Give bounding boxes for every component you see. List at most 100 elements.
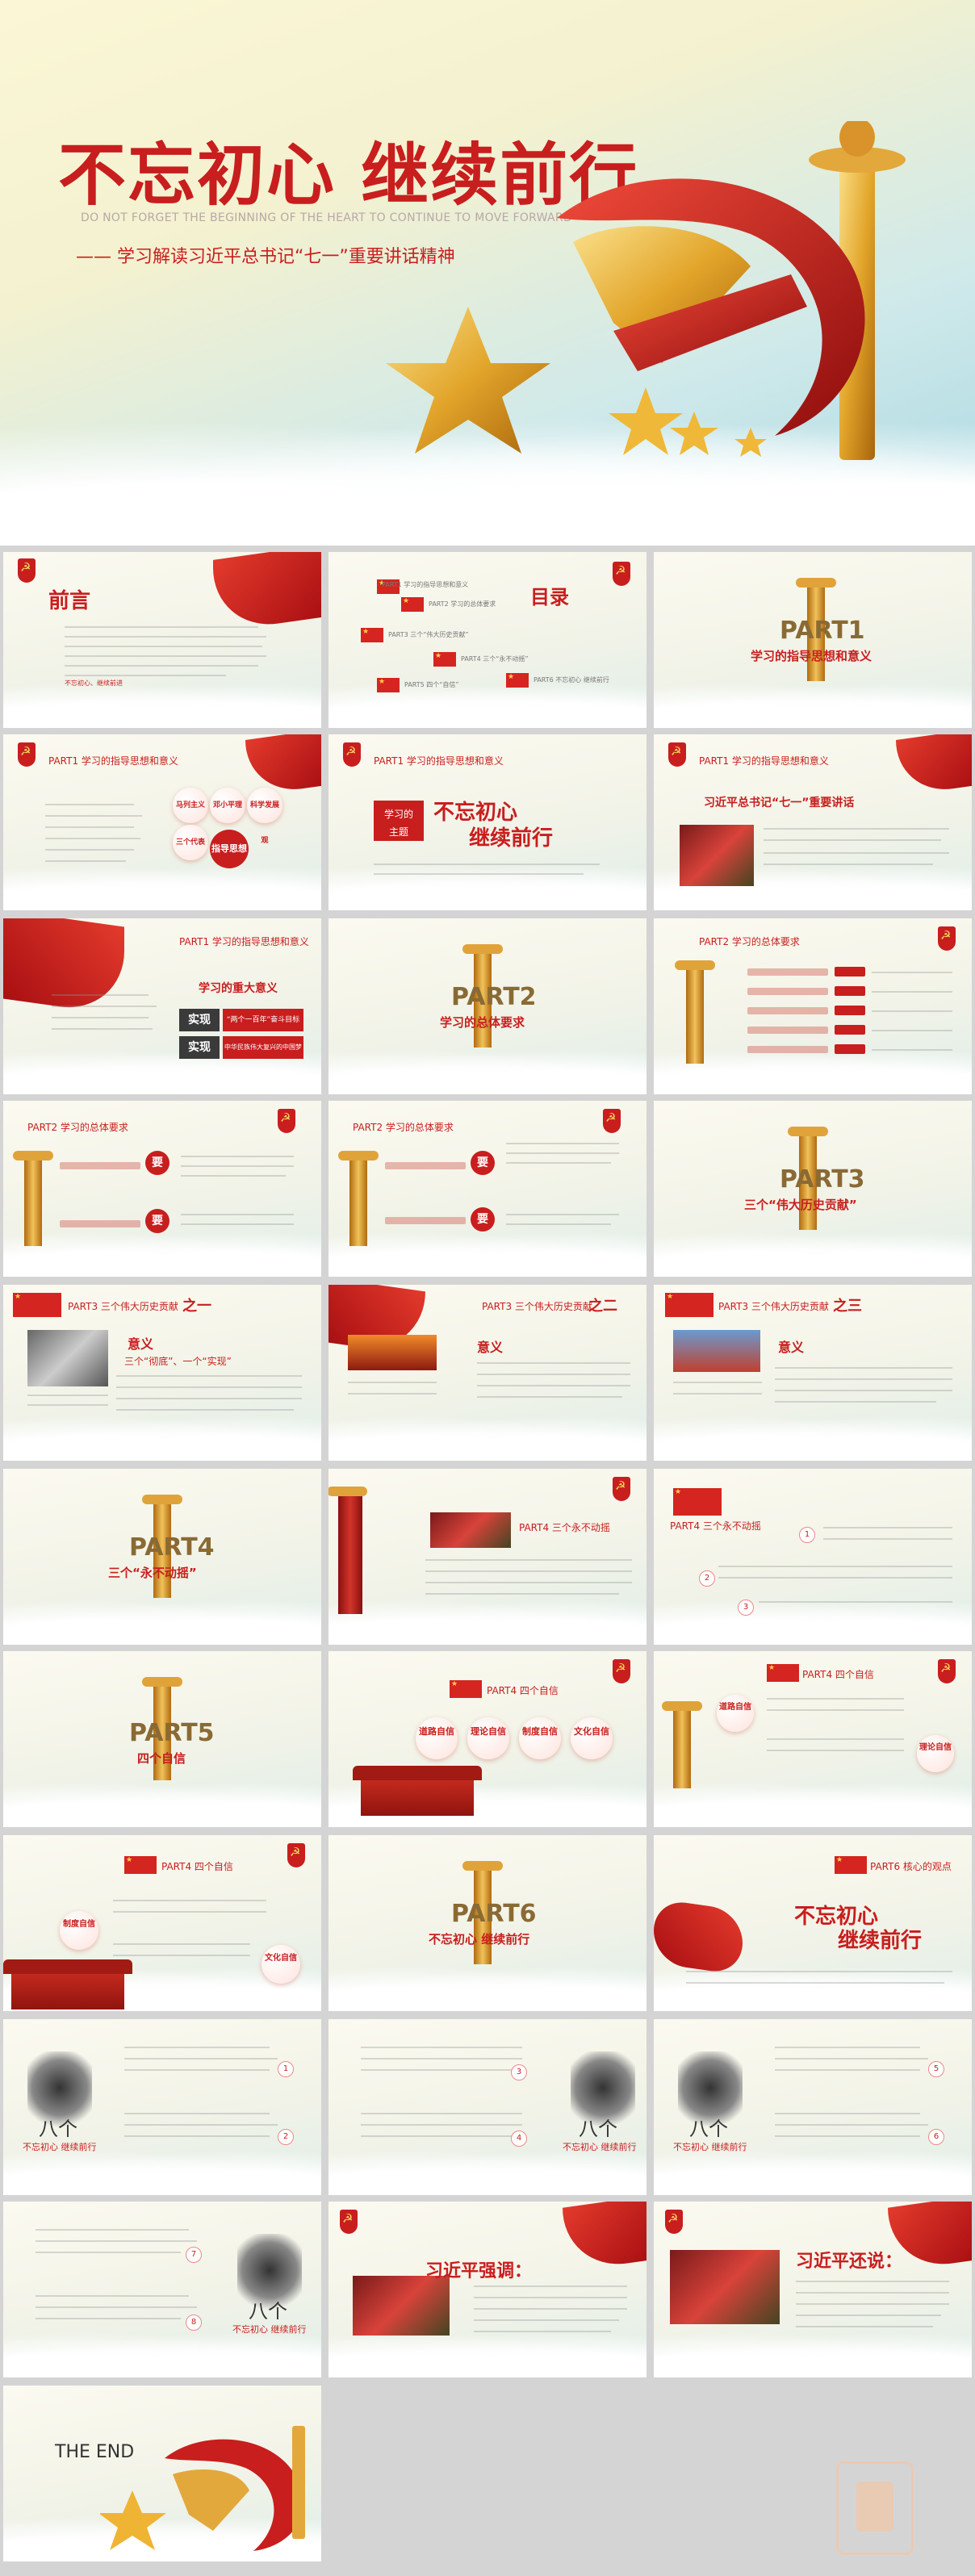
significance-title: 学习的重大意义 (199, 982, 278, 995)
eight-label: 八个 (39, 2118, 77, 2140)
slide-title: 目录 (530, 586, 569, 608)
red-ribbon (213, 552, 321, 633)
section-head: PART1 学习的指导思想和意义 (699, 755, 829, 767)
section-num: 之一 (182, 1298, 211, 1315)
slide-part2[interactable]: PART2 学习的总体要求 (328, 918, 647, 1094)
slide-part5[interactable]: PART5 四个自信 (3, 1651, 321, 1827)
item-num: 7 (186, 2247, 202, 2263)
slide-part6-core[interactable]: PART6 核心的观点 不忘初心 继续前行 (654, 1835, 972, 2011)
slide-eight-3[interactable]: 八个 不忘初心 继续前行 5 6 (654, 2019, 972, 2195)
part-label: PART2 (451, 983, 537, 1011)
confidence-culture: 文化自信 (571, 1717, 613, 1759)
section-head: PART4 三个永不动摇 (519, 1522, 610, 1533)
eight-label: 八个 (689, 2118, 728, 2140)
goal-1: “两个一百年”奋斗目标 (223, 1009, 303, 1031)
slide-part2-req-b[interactable]: PART2 学习的总体要求 要 要 (328, 1101, 647, 1277)
slide-part5-four[interactable]: PART4 四个自信 道路自信 理论自信 制度自信 文化自信 (328, 1651, 647, 1827)
part-subtitle: 四个自信 (137, 1751, 186, 1766)
toc-item-4[interactable]: PART4 三个“永不动摇” (461, 654, 529, 664)
slide-part5-a[interactable]: PART4 四个自信 道路自信 理论自信 (654, 1651, 972, 1827)
party-logo-icon (18, 742, 36, 767)
part-label: PART3 (780, 1165, 865, 1194)
part-label: PART4 (129, 1533, 215, 1562)
slide-xi-emphasize[interactable]: 习近平强调： (328, 2202, 647, 2377)
toc-item-5[interactable]: PART5 四个“自信” (404, 680, 459, 690)
toc-item-3[interactable]: PART3 三个“伟大历史贡献” (388, 629, 469, 640)
hero-slide: 不忘初心 继续前行 DO NOT FORGET THE BEGINNING OF… (0, 0, 975, 546)
part-subtitle: 三个“永不动摇” (108, 1566, 197, 1580)
goal-2: 中华民族伟大复兴的中国梦 (223, 1036, 303, 1059)
slide-eight-1[interactable]: 八个 不忘初心 继续前行 1 2 (3, 2019, 321, 2195)
part-label: PART5 (129, 1719, 215, 1747)
toc-item-6[interactable]: PART6 不忘初心 继续前行 (534, 675, 609, 685)
party-logo-icon (343, 742, 361, 767)
section-head: PART4 三个永不动摇 (670, 1520, 761, 1532)
slide-the-end[interactable]: THE END (3, 2386, 321, 2561)
slide-eight-4[interactable]: 八个 不忘初心 继续前行 7 8 (3, 2202, 321, 2377)
party-logo-icon (18, 558, 36, 583)
eight-sub: 不忘初心 继续前行 (23, 2142, 97, 2152)
item-num: 5 (928, 2061, 944, 2077)
eight-sub: 不忘初心 继续前行 (232, 2324, 307, 2335)
eight-label: 八个 (249, 2300, 287, 2323)
slide-title: 前言 (48, 589, 91, 613)
slide-part4-a[interactable]: PART4 三个永不动摇 (328, 1469, 647, 1645)
section-head: PART1 学习的指导思想和意义 (374, 755, 504, 767)
slide-part4[interactable]: PART4 三个“永不动摇” (3, 1469, 321, 1645)
circle-4: 三个代表 (173, 825, 208, 860)
slide-part4-b[interactable]: PART4 三个永不动摇 1 2 3 (654, 1469, 972, 1645)
meaning-line: 三个“彻底”、一个“实现” (124, 1356, 232, 1367)
slide-part1-theme[interactable]: PART1 学习的指导思想和意义 学习的主题 不忘初心 继续前行 (328, 734, 647, 910)
confidence-system: 制度自信 (60, 1911, 98, 1950)
slide-part1-speech[interactable]: PART1 学习的指导思想和意义 习近平总书记“七一”重要讲话 (654, 734, 972, 910)
eight-sub: 不忘初心 继续前行 (563, 2142, 637, 2152)
section-head: PART6 核心的观点 (870, 1861, 952, 1872)
slide-xi-said[interactable]: 习近平还说： (654, 2202, 972, 2377)
slide-preface[interactable]: 前言 不忘初心、继续前进 (3, 552, 321, 728)
section-head: PART1 学习的指导思想和意义 (48, 755, 178, 767)
circle-2: 邓小平理论 (210, 788, 245, 845)
item-num: 1 (278, 2061, 294, 2077)
section-head: PART3 三个伟大历史贡献 (68, 1301, 178, 1312)
item-num-1: 1 (799, 1527, 815, 1543)
toc-item-1[interactable]: PART1 学习的指导思想和意义 (382, 579, 468, 590)
slide-contents[interactable]: 目录 PART1 学习的指导思想和意义 PART2 学习的总体要求 PART3 … (328, 552, 647, 728)
meaning-title: 意义 (128, 1336, 154, 1352)
slide-part6[interactable]: PART6 不忘初心 继续前行 (328, 1835, 647, 2011)
slide-part3[interactable]: PART3 三个“伟大历史贡献” (654, 1101, 972, 1277)
slide-part3-1[interactable]: PART3 三个伟大历史贡献 之一 意义 三个“彻底”、一个“实现” (3, 1285, 321, 1461)
slide-part5-b[interactable]: PART4 四个自信 制度自信 文化自信 (3, 1835, 321, 2011)
part-subtitle: 学习的指导思想和意义 (751, 649, 872, 663)
slide-eight-2[interactable]: 八个 不忘初心 继续前行 3 4 (328, 2019, 647, 2195)
section-head: PART4 四个自信 (487, 1685, 559, 1696)
party-logo-icon (613, 562, 630, 586)
req-tag-1: 要 (471, 1151, 495, 1175)
part-subtitle: 不忘初心 继续前行 (429, 1932, 530, 1947)
section-head: PART2 学习的总体要求 (27, 1122, 128, 1133)
toc-item-2[interactable]: PART2 学习的总体要求 (429, 599, 496, 609)
section-head: PART4 四个自信 (161, 1861, 233, 1872)
slide-part2-req-a[interactable]: PART2 学习的总体要求 要 要 (3, 1101, 321, 1277)
section-num: 之三 (833, 1298, 862, 1315)
req-tag-2: 要 (145, 1209, 169, 1233)
item-num-2: 2 (699, 1570, 715, 1587)
eight-label: 八个 (579, 2118, 617, 2140)
req-tag-2: 要 (471, 1207, 495, 1232)
slide-part3-3[interactable]: PART3 三个伟大历史贡献 之三 意义 (654, 1285, 972, 1461)
section-head: PART3 三个伟大历史贡献 (482, 1301, 592, 1312)
theme-box: 学习的 主题 (374, 801, 424, 841)
slide-part1-significance[interactable]: PART1 学习的指导思想和意义 学习的重大意义 实现 “两个一百年”奋斗目标 … (3, 918, 321, 1094)
slide-part3-2[interactable]: PART3 三个伟大历史贡献 之二 意义 (328, 1285, 647, 1461)
watermark-logo (836, 2461, 914, 2555)
party-logo-icon (668, 742, 686, 767)
slide-part1-guide[interactable]: PART1 学习的指导思想和意义 马列主义 邓小平理论 科学发展观 三个代表 指… (3, 734, 321, 910)
slide-part2-req[interactable]: PART2 学习的总体要求 (654, 918, 972, 1094)
part-label: PART1 (780, 617, 865, 645)
confidence-culture: 文化自信 (262, 1945, 300, 1984)
section-head: PART3 三个伟大历史贡献 (718, 1301, 829, 1312)
section-head: PART2 学习的总体要求 (353, 1122, 454, 1133)
slide-part1[interactable]: PART1 学习的指导思想和意义 (654, 552, 972, 728)
section-num: 之二 (588, 1298, 617, 1315)
section-head: PART1 学习的指导思想和意义 (179, 936, 309, 947)
item-num: 8 (186, 2315, 202, 2331)
